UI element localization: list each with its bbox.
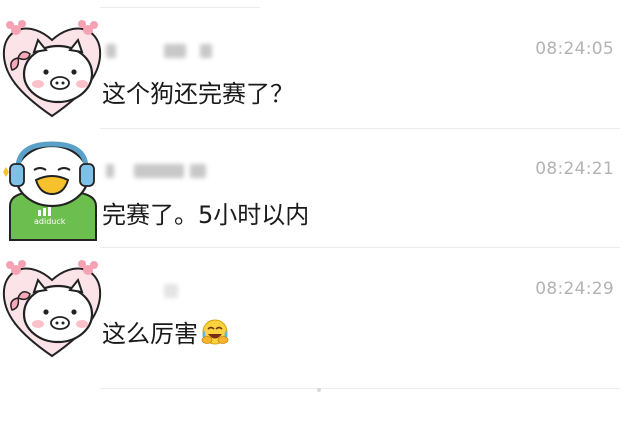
message-text[interactable]: 这个狗还完赛了？: [102, 74, 294, 109]
message-text[interactable]: 这么厉害: [102, 314, 230, 352]
duck-headphones-avatar[interactable]: adiduck: [0, 132, 104, 242]
chat-message-list: 08:24:05 这个狗还完赛了？ adiduck 08:24:21 完赛了。5…: [0, 0, 640, 433]
laughing-crying-emoji-icon: [200, 318, 230, 352]
message-text-content: 这么厉害: [102, 320, 198, 348]
pig-heart-avatar[interactable]: [0, 252, 104, 362]
message-text[interactable]: 完赛了。5小时以内: [102, 195, 309, 230]
divider: [100, 7, 260, 8]
message-time: 08:24:29: [535, 279, 614, 299]
divider: [100, 128, 620, 129]
pig-heart-avatar[interactable]: [0, 12, 104, 122]
message-time: 08:24:05: [535, 39, 614, 59]
shirt-text: adiduck: [34, 217, 66, 226]
load-more-indicator: [317, 388, 321, 392]
divider: [100, 388, 620, 389]
message-time: 08:24:21: [535, 159, 614, 179]
divider: [100, 247, 620, 248]
